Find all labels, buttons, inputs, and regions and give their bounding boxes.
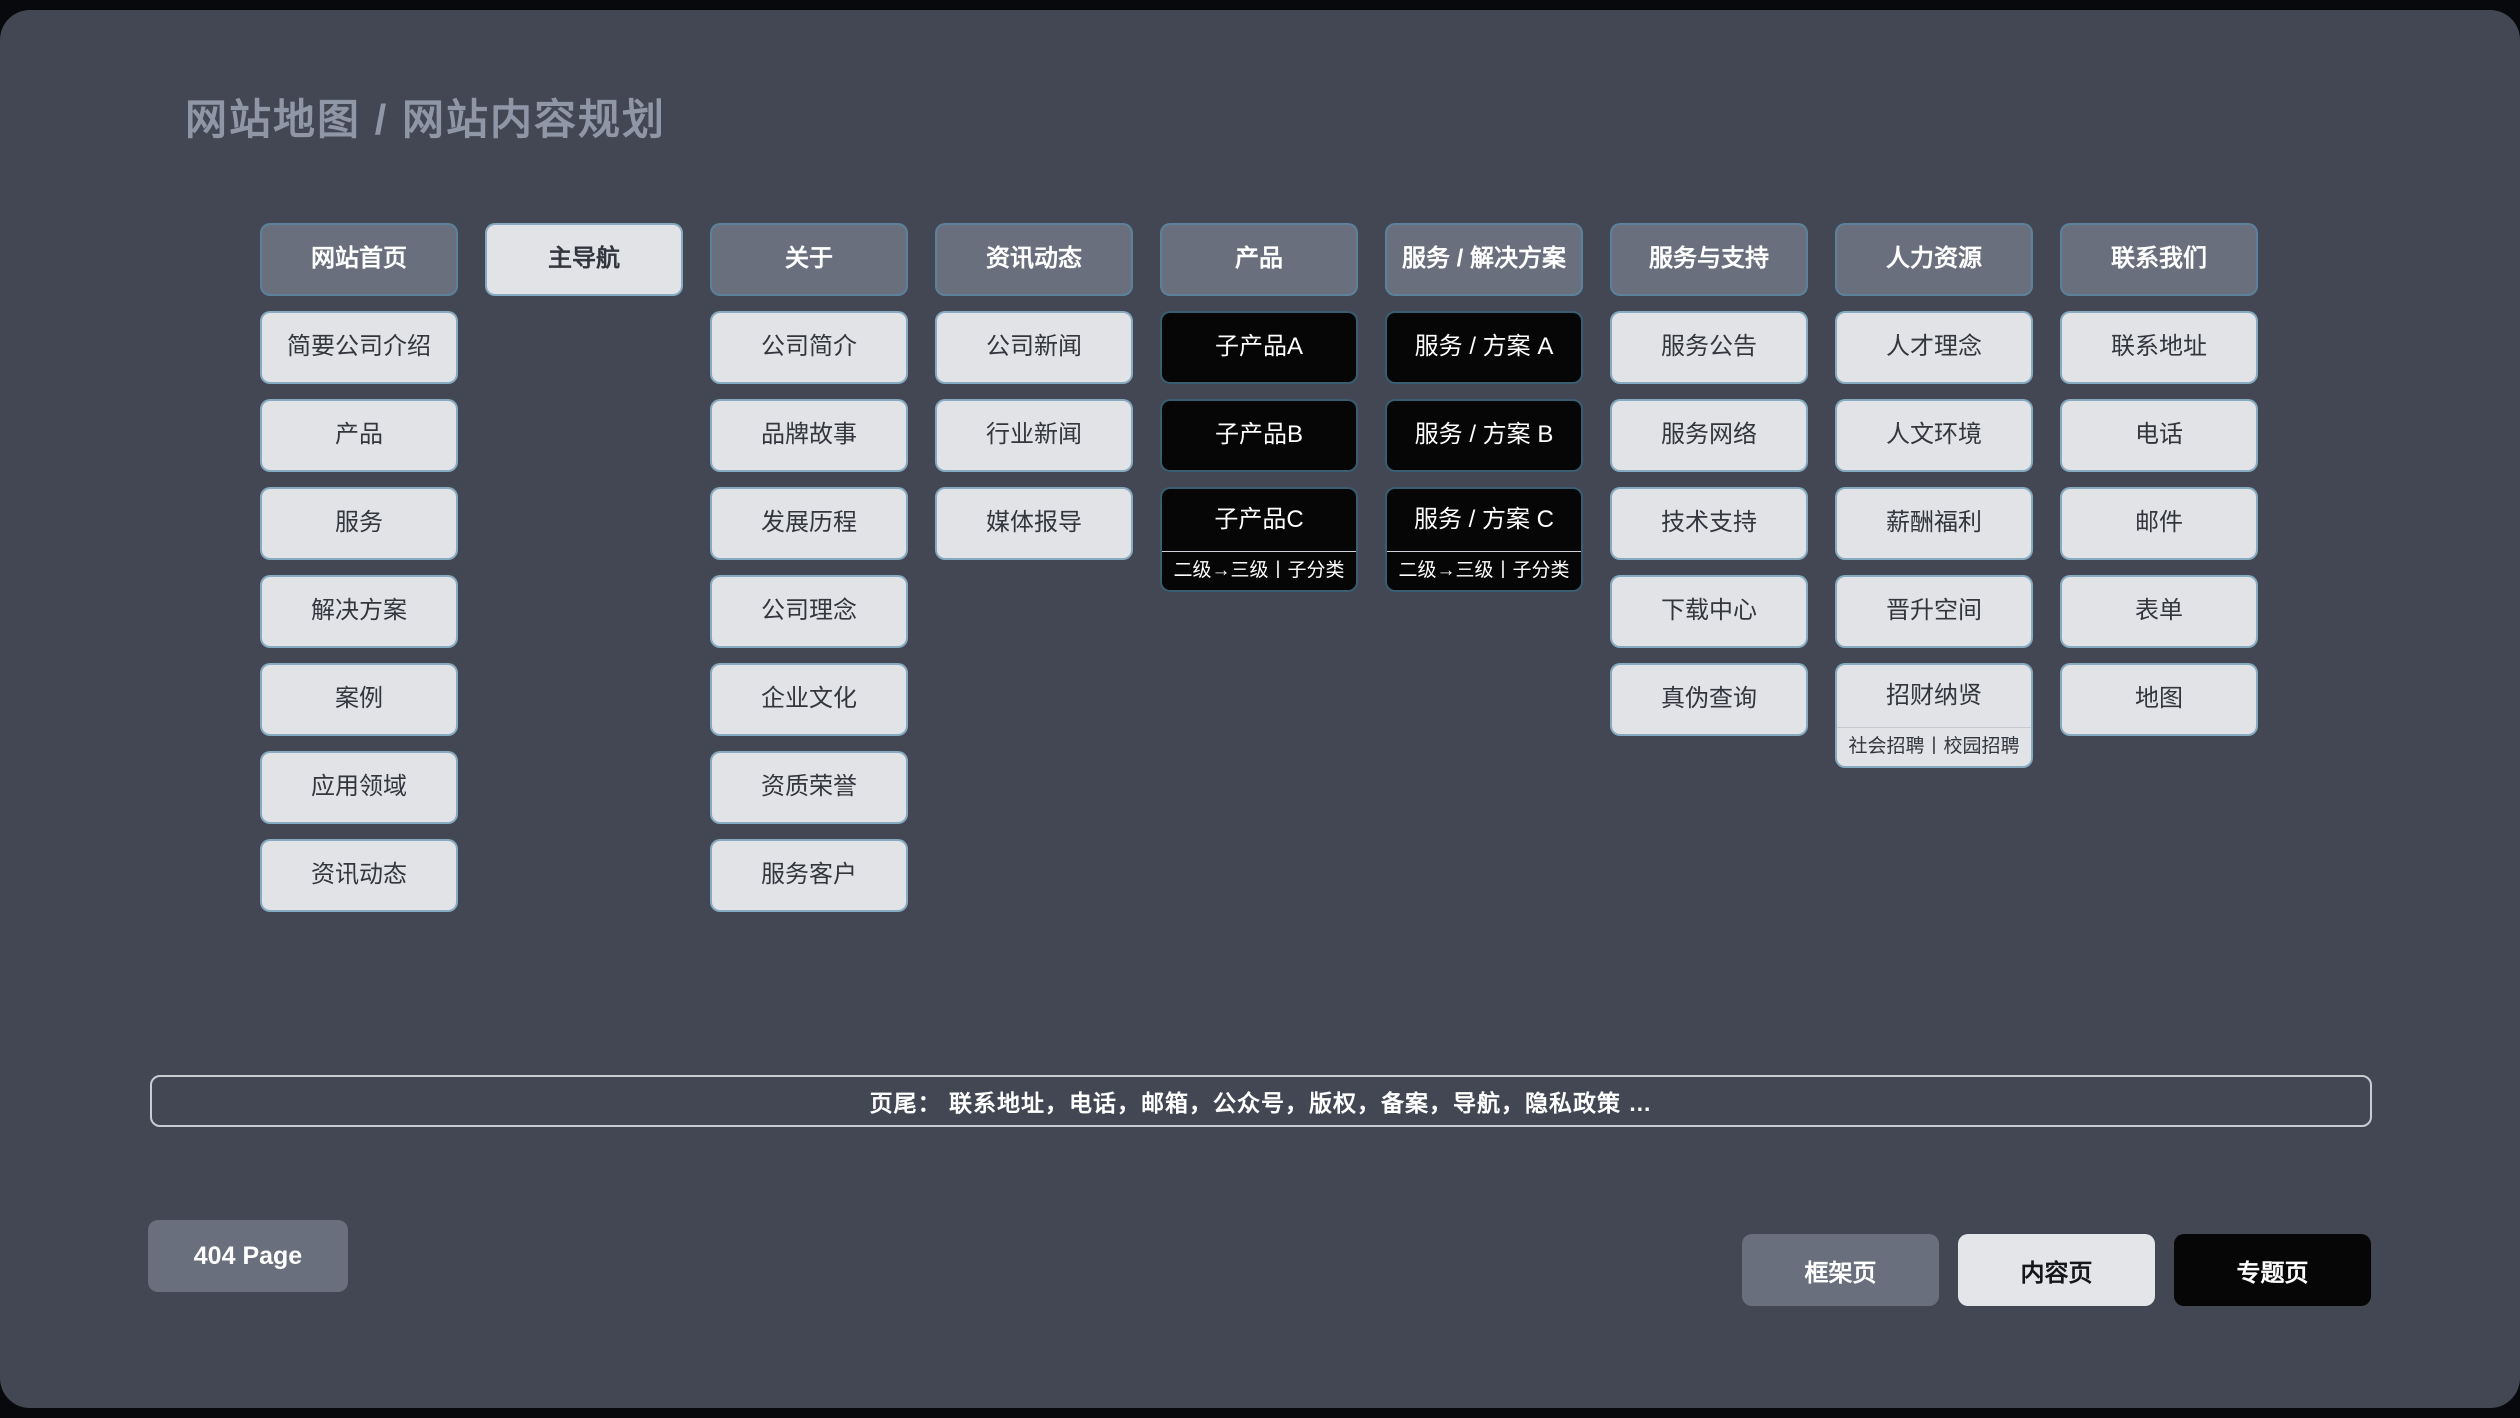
sitemap-node[interactable]: 晋升空间 — [1835, 575, 2033, 648]
legend-button-light[interactable]: 内容页 — [1958, 1234, 2155, 1306]
sitemap-node[interactable]: 服务公告 — [1610, 311, 1808, 384]
page-title: 网站地图 / 网站内容规划 — [185, 86, 666, 147]
column-header[interactable]: 服务 / 解决方案 — [1385, 223, 1583, 296]
sitemap-node[interactable]: 服务 / 方案 A — [1385, 311, 1583, 384]
sitemap-column-4: 资讯动态公司新闻行业新闻媒体报导 — [935, 223, 1133, 560]
node-label: 服务 / 方案 C — [1387, 489, 1581, 551]
sitemap-node[interactable]: 人才理念 — [1835, 311, 2033, 384]
sitemap-node[interactable]: 品牌故事 — [710, 399, 908, 472]
node-label: 子产品C — [1162, 489, 1356, 551]
sitemap-node[interactable]: 薪酬福利 — [1835, 487, 2033, 560]
sitemap-node[interactable]: 案例 — [260, 663, 458, 736]
sitemap-grid: 网站首页简要公司介绍产品服务解决方案案例应用领域资讯动态主导航关于公司简介品牌故… — [260, 223, 2258, 912]
sitemap-node[interactable]: 地图 — [2060, 663, 2258, 736]
sitemap-column-8: 人力资源人才理念人文环境薪酬福利晋升空间招财纳贤社会招聘丨校园招聘 — [1835, 223, 2033, 768]
column-header[interactable]: 网站首页 — [260, 223, 458, 296]
sitemap-node[interactable]: 资质荣誉 — [710, 751, 908, 824]
column-header[interactable]: 服务与支持 — [1610, 223, 1808, 296]
node-sublabel: 二级→三级丨子分类 — [1162, 551, 1356, 590]
sitemap-column-9: 联系我们联系地址电话邮件表单地图 — [2060, 223, 2258, 736]
sitemap-node[interactable]: 真伪查询 — [1610, 663, 1808, 736]
column-header[interactable]: 人力资源 — [1835, 223, 2033, 296]
node-label: 招财纳贤 — [1837, 665, 2031, 727]
sitemap-node[interactable]: 招财纳贤社会招聘丨校园招聘 — [1835, 663, 2033, 768]
sitemap-node[interactable]: 服务 / 方案 B — [1385, 399, 1583, 472]
sitemap-node[interactable]: 解决方案 — [260, 575, 458, 648]
column-header[interactable]: 主导航 — [485, 223, 683, 296]
sitemap-node[interactable]: 表单 — [2060, 575, 2258, 648]
sitemap-node[interactable]: 公司新闻 — [935, 311, 1133, 384]
sitemap-node[interactable]: 服务网络 — [1610, 399, 1808, 472]
sitemap-node[interactable]: 行业新闻 — [935, 399, 1133, 472]
sitemap-canvas: 网站地图 / 网站内容规划 网站首页简要公司介绍产品服务解决方案案例应用领域资讯… — [0, 10, 2520, 1408]
sitemap-node[interactable]: 下载中心 — [1610, 575, 1808, 648]
sitemap-node[interactable]: 人文环境 — [1835, 399, 2033, 472]
sitemap-column-1: 网站首页简要公司介绍产品服务解决方案案例应用领域资讯动态 — [260, 223, 458, 912]
sitemap-node[interactable]: 子产品B — [1160, 399, 1358, 472]
sitemap-node[interactable]: 子产品C二级→三级丨子分类 — [1160, 487, 1358, 592]
legend-button-black[interactable]: 专题页 — [2174, 1234, 2371, 1306]
sitemap-column-2: 主导航 — [485, 223, 683, 296]
page-404-button[interactable]: 404 Page — [148, 1220, 348, 1292]
column-header[interactable]: 资讯动态 — [935, 223, 1133, 296]
sitemap-column-6: 服务 / 解决方案服务 / 方案 A 服务 / 方案 B 服务 / 方案 C二级→三… — [1385, 223, 1583, 592]
column-header[interactable]: 产品 — [1160, 223, 1358, 296]
sitemap-node[interactable]: 子产品A — [1160, 311, 1358, 384]
sitemap-node[interactable]: 公司简介 — [710, 311, 908, 384]
sitemap-node[interactable]: 电话 — [2060, 399, 2258, 472]
legend: 框架页内容页专题页 — [1742, 1234, 2371, 1306]
footer-text: 页尾： 联系地址，电话，邮箱，公众号，版权，备案，导航，隐私政策 … — [870, 1084, 1653, 1118]
sitemap-node[interactable]: 公司理念 — [710, 575, 908, 648]
sitemap-node[interactable]: 资讯动态 — [260, 839, 458, 912]
sitemap-node[interactable]: 媒体报导 — [935, 487, 1133, 560]
sitemap-node[interactable]: 服务 — [260, 487, 458, 560]
column-header[interactable]: 关于 — [710, 223, 908, 296]
node-sublabel: 二级→三级丨子分类 — [1387, 551, 1581, 590]
sitemap-node[interactable]: 发展历程 — [710, 487, 908, 560]
footer-bar: 页尾： 联系地址，电话，邮箱，公众号，版权，备案，导航，隐私政策 … — [150, 1075, 2372, 1127]
sitemap-node[interactable]: 企业文化 — [710, 663, 908, 736]
sitemap-node[interactable]: 简要公司介绍 — [260, 311, 458, 384]
legend-button-gray[interactable]: 框架页 — [1742, 1234, 1939, 1306]
sitemap-column-5: 产品子产品A 子产品B 子产品C二级→三级丨子分类 — [1160, 223, 1358, 592]
sitemap-node[interactable]: 应用领域 — [260, 751, 458, 824]
sitemap-column-7: 服务与支持服务公告服务网络技术支持下载中心真伪查询 — [1610, 223, 1808, 736]
sitemap-column-3: 关于公司简介品牌故事发展历程公司理念企业文化资质荣誉服务客户 — [710, 223, 908, 912]
sitemap-node[interactable]: 邮件 — [2060, 487, 2258, 560]
node-sublabel: 社会招聘丨校园招聘 — [1837, 727, 2031, 766]
sitemap-node[interactable]: 服务 / 方案 C二级→三级丨子分类 — [1385, 487, 1583, 592]
column-header[interactable]: 联系我们 — [2060, 223, 2258, 296]
sitemap-node[interactable]: 联系地址 — [2060, 311, 2258, 384]
sitemap-node[interactable]: 服务客户 — [710, 839, 908, 912]
sitemap-node[interactable]: 产品 — [260, 399, 458, 472]
sitemap-node[interactable]: 技术支持 — [1610, 487, 1808, 560]
